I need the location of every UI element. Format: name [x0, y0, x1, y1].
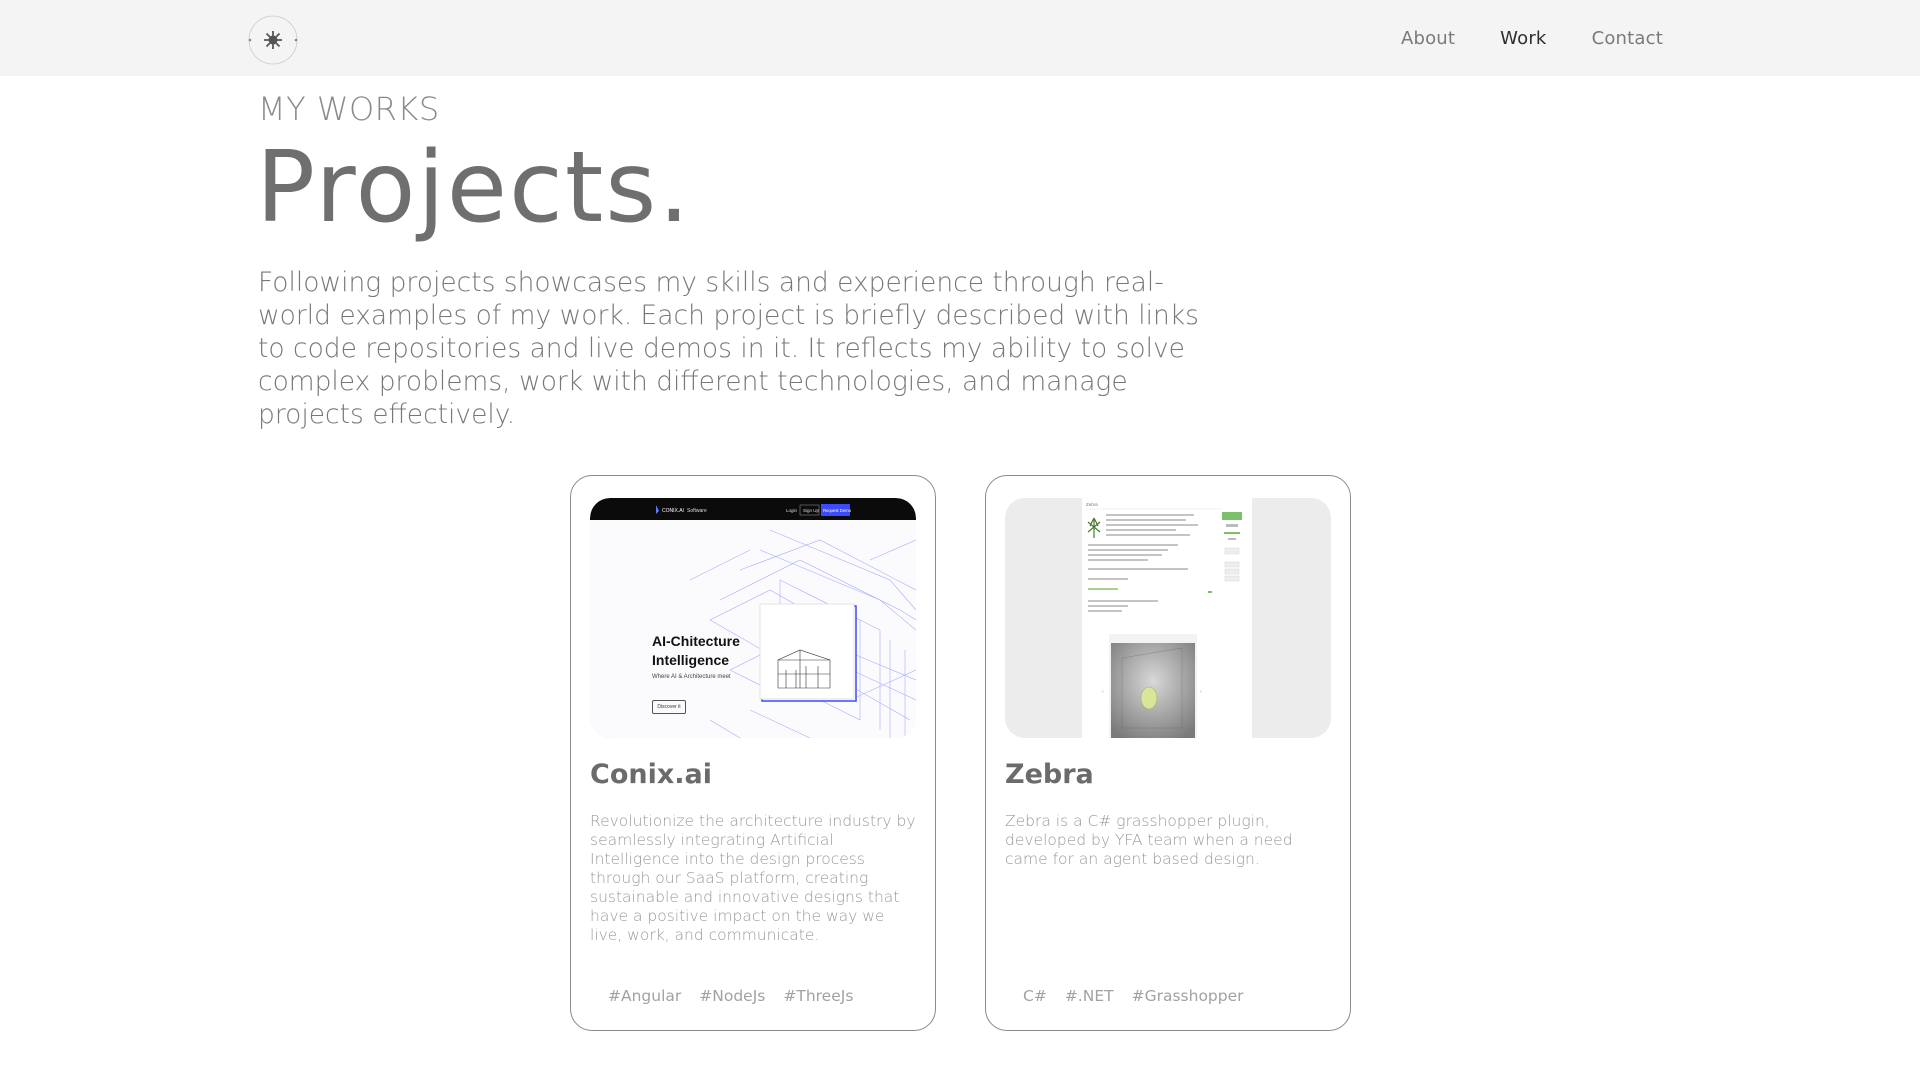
nav-about[interactable]: About — [1401, 28, 1455, 49]
nav-work[interactable]: Work — [1500, 28, 1546, 49]
project-thumbnail-conix[interactable]: CONIX.AI Software Login Sign Up Request … — [590, 498, 916, 738]
nav-links: About Work Contact — [1401, 28, 1663, 49]
conix-headline-line-1: AI-Chitecture — [652, 633, 740, 649]
conix-thumb-subtitle: Where AI & Architecture meet — [652, 674, 731, 680]
tag: #NodeJs — [699, 987, 766, 1005]
project-title[interactable]: Zebra — [1005, 759, 1094, 790]
project-tags: C# #.NET #Grasshopper — [1023, 987, 1244, 1005]
zebra-thumb-title: Zebra — [1086, 502, 1098, 507]
project-card-conix[interactable]: CONIX.AI Software Login Sign Up Request … — [570, 475, 936, 1031]
conix-thumb-hero: AI-Chitecture Intelligence Where AI & Ar… — [590, 520, 916, 738]
top-nav: About Work Contact — [0, 0, 1920, 76]
conix-cta: Request Demo — [823, 508, 852, 513]
conix-thumb-headline: AI-Chitecture Intelligence — [652, 632, 740, 670]
tag: #.NET — [1064, 987, 1114, 1005]
tag: #Grasshopper — [1131, 987, 1244, 1005]
conix-thumb-header: CONIX.AI Software Login Sign Up Request … — [590, 498, 916, 520]
conix-thumb-button: Discover it — [652, 700, 686, 714]
tag: #ThreeJs — [783, 987, 854, 1005]
zebra-thumb-page: Zebra ‹ › — [1082, 498, 1252, 738]
project-description: Zebra is a C# grasshopper plugin, develo… — [1005, 812, 1293, 868]
project-card-zebra[interactable]: Zebra ‹ › Zebra Zebra is a C# grasshoppe… — [985, 475, 1351, 1031]
logo[interactable] — [246, 13, 300, 67]
project-title[interactable]: Conix.ai — [590, 759, 712, 790]
svg-text:›: › — [1200, 689, 1202, 695]
conix-headline-line-2: Intelligence — [652, 652, 730, 668]
nav-contact[interactable]: Contact — [1592, 28, 1663, 49]
conix-brand: CONIX.AI — [662, 508, 684, 514]
project-description: Revolutionize the architecture industry … — [590, 812, 916, 944]
conix-login: Login — [786, 508, 798, 513]
page-title: Projects. — [256, 131, 692, 245]
section-eyebrow: MY WORKS — [258, 90, 440, 128]
conix-signup: Sign Up — [803, 508, 820, 513]
tag: C# — [1023, 987, 1047, 1005]
conix-nav-item: Software — [687, 508, 707, 514]
project-thumbnail-zebra[interactable]: Zebra ‹ › — [1005, 498, 1331, 738]
svg-text:‹: ‹ — [1102, 689, 1104, 695]
project-tags: #Angular #NodeJs #ThreeJs — [608, 987, 853, 1005]
tag: #Angular — [608, 987, 682, 1005]
intro-paragraph: Following projects showcases my skills a… — [258, 267, 1199, 430]
